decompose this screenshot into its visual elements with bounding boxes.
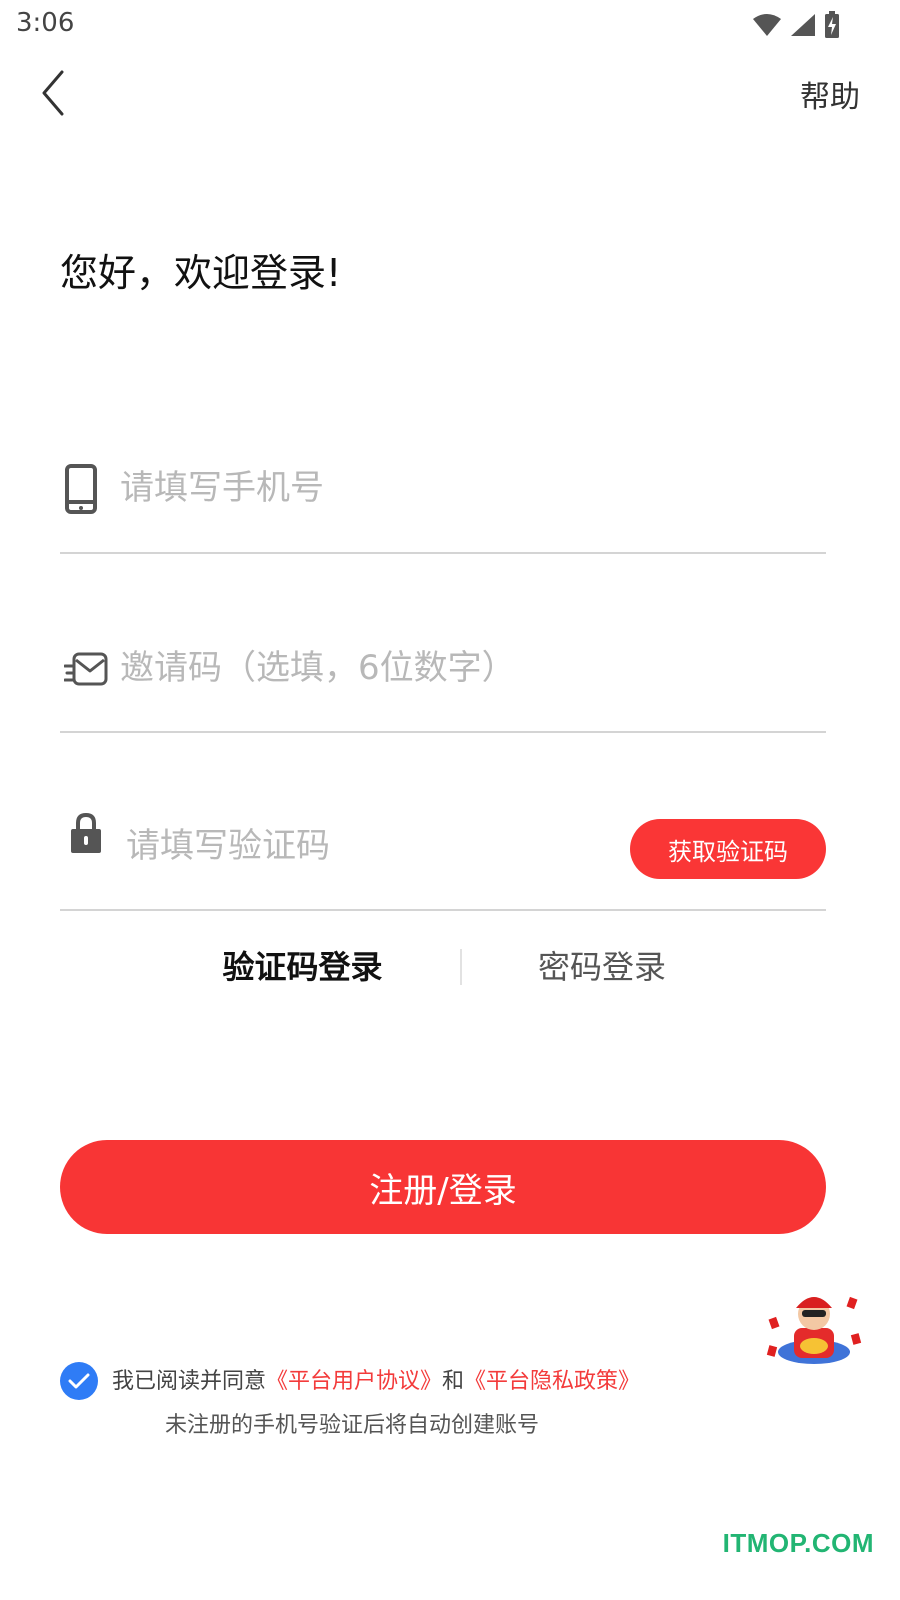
invite-code-input[interactable] [120, 642, 810, 694]
agreement-prefix: 我已阅读并同意 [112, 1369, 267, 1394]
invite-code-field [60, 620, 826, 733]
invite-mail-icon [63, 650, 110, 692]
welcome-title: 您好，欢迎登录! [60, 251, 342, 295]
register-login-button[interactable]: 注册/登录 [60, 1140, 826, 1234]
back-button[interactable] [36, 66, 76, 116]
privacy-policy-link[interactable]: 《平台隐私政策》 [464, 1369, 640, 1394]
mobile-phone-icon [64, 464, 98, 518]
user-agreement-link[interactable]: 《平台用户协议》 [266, 1369, 442, 1394]
wifi-icon [753, 14, 781, 36]
cellular-signal-icon [791, 14, 815, 36]
agreement-checkbox[interactable] [60, 1362, 98, 1400]
status-icons [752, 10, 840, 40]
phone-input[interactable] [120, 462, 810, 514]
tab-password-login[interactable]: 密码登录 [462, 944, 742, 990]
help-link[interactable]: 帮助 [800, 72, 860, 116]
status-time: 3:06 [16, 8, 75, 38]
auto-register-note: 未注册的手机号验证后将自动创建账号 [165, 1413, 540, 1438]
mascot-image[interactable] [764, 1288, 864, 1368]
lock-icon [70, 812, 102, 858]
status-bar: 3:06 [0, 0, 900, 50]
verification-code-input[interactable] [126, 820, 606, 872]
phone-field [60, 440, 826, 554]
chevron-left-icon [42, 70, 64, 116]
get-code-button[interactable]: 获取验证码 [630, 819, 826, 879]
agreement-text: 我已阅读并同意《平台用户协议》和《平台隐私政策》 [112, 1366, 640, 1398]
checkmark-icon [68, 1373, 90, 1389]
nav-bar: 帮助 [0, 60, 900, 120]
battery-charging-icon [825, 11, 839, 38]
agreement-conjunction: 和 [442, 1369, 465, 1394]
verification-code-field: 获取验证码 [60, 800, 826, 911]
login-mode-tabs: 验证码登录 密码登录 [60, 944, 826, 994]
watermark: ITMOP.COM [722, 1528, 874, 1558]
agreement-row: 我已阅读并同意《平台用户协议》和《平台隐私政策》 [60, 1362, 860, 1402]
